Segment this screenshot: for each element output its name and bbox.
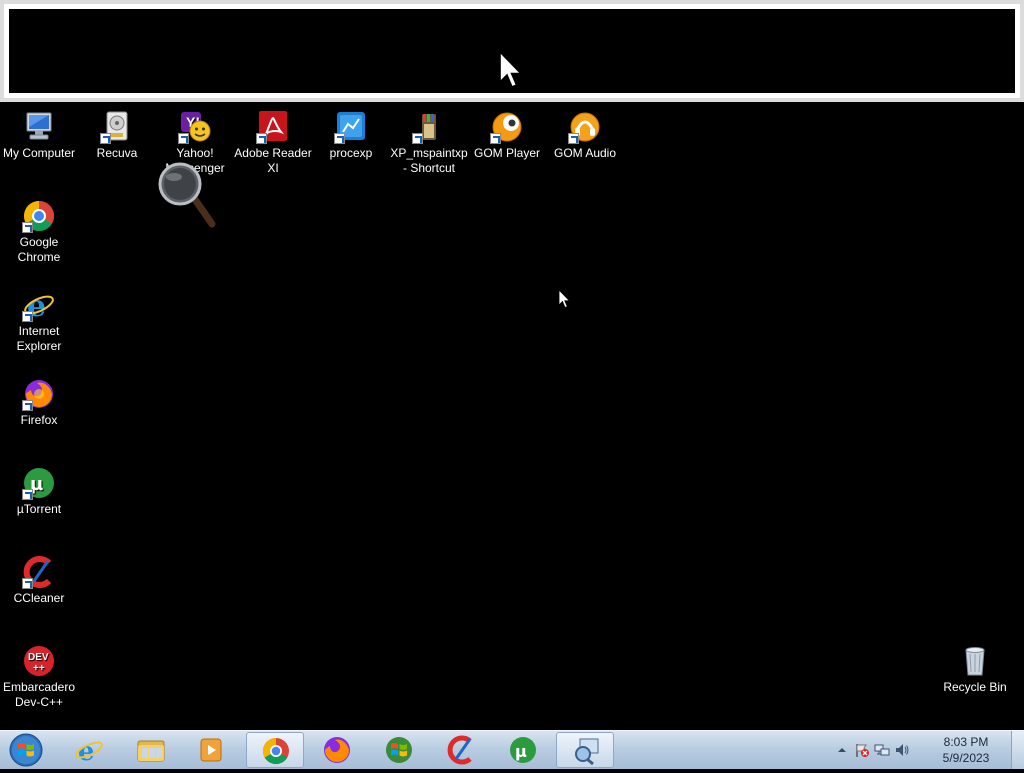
desktop-icon-label: My Computer bbox=[2, 146, 76, 160]
desktop-icon-adobe-reader[interactable]: Adobe Reader XI bbox=[234, 110, 312, 176]
desktop-icon-label: procexp bbox=[329, 146, 373, 160]
desktop-icon-label: Internet Explorer bbox=[16, 324, 62, 353]
desktop-icon-firefox[interactable]: Firefox bbox=[0, 377, 78, 428]
desktop-icon-label: GOM Player bbox=[473, 146, 540, 160]
magnified-cursor-icon bbox=[499, 50, 523, 89]
clock-time: 8:03 PM bbox=[943, 735, 989, 749]
desktop-icon-label: Recuva bbox=[96, 146, 138, 160]
computer-icon bbox=[26, 112, 52, 140]
desktop-icon-label: Google Chrome bbox=[17, 235, 61, 264]
firefox-icon bbox=[324, 737, 350, 763]
taskbar-item-magnifier[interactable] bbox=[556, 732, 614, 768]
ccleaner-icon bbox=[447, 735, 472, 765]
windows-xp-icon bbox=[386, 737, 412, 763]
utorrent-icon: µ bbox=[510, 737, 536, 763]
desktop-icon-google-chrome[interactable]: Google Chrome bbox=[0, 199, 78, 265]
mouse-cursor-icon bbox=[558, 289, 571, 309]
svg-text:e: e bbox=[78, 737, 95, 765]
desktop-icon-label: CCleaner bbox=[13, 591, 65, 605]
taskbar-item-windows-xp[interactable] bbox=[370, 732, 428, 768]
taskbar: e µ 8:03 PM 5/9/2023 bbox=[0, 730, 1024, 769]
desktop-icon-mspaint[interactable]: XP_mspaintxp - Shortcut bbox=[390, 110, 468, 176]
svg-text:DEV: DEV bbox=[28, 652, 49, 663]
desktop-icon-label: Embarcadero Dev-C++ bbox=[2, 680, 76, 709]
desktop-icon-recycle-bin[interactable]: Recycle Bin bbox=[936, 644, 1014, 695]
desktop-icon-label: XP_mspaintxp - Shortcut bbox=[390, 146, 468, 175]
taskbar-item-ccleaner[interactable] bbox=[432, 732, 490, 768]
desktop-icon-gom-audio[interactable]: GOM Audio bbox=[546, 110, 624, 161]
desktop-icon-my-computer[interactable]: My Computer bbox=[0, 110, 78, 161]
volume-icon[interactable] bbox=[894, 742, 910, 758]
network-icon[interactable] bbox=[874, 742, 890, 758]
magnifier-tool-icon[interactable] bbox=[156, 160, 218, 230]
desktop-icon-label: Firefox bbox=[20, 413, 58, 427]
desktop-icon-ccleaner[interactable]: CCleaner bbox=[0, 555, 78, 606]
desktop[interactable]: My Computer Recuva Y! Yahoo! Messenger A… bbox=[0, 0, 1024, 730]
windows-start-icon bbox=[9, 733, 43, 767]
show-desktop-button[interactable] bbox=[1011, 731, 1024, 769]
media-player-icon bbox=[200, 738, 222, 762]
start-button[interactable] bbox=[4, 732, 48, 768]
show-hidden-icons-icon[interactable] bbox=[834, 742, 850, 758]
desktop-icon-gom-player[interactable]: GOM Player bbox=[468, 110, 546, 161]
desktop-icon-label: Recycle Bin bbox=[943, 680, 1007, 694]
desktop-icon-label: GOM Audio bbox=[553, 146, 617, 160]
magnifier-icon bbox=[575, 738, 599, 766]
taskbar-item-firefox[interactable] bbox=[308, 732, 366, 768]
chrome-icon bbox=[262, 737, 289, 765]
devcpp-icon: DEV ++ bbox=[24, 646, 54, 676]
internet-explorer-icon: e bbox=[75, 737, 103, 765]
desktop-icon-procexp[interactable]: procexp bbox=[312, 110, 390, 161]
svg-text:µ: µ bbox=[515, 742, 527, 761]
desktop-icon-label: Adobe Reader XI bbox=[234, 146, 312, 175]
svg-text:++: ++ bbox=[33, 663, 45, 674]
taskbar-item-media-player[interactable] bbox=[182, 732, 240, 768]
clock-date: 5/9/2023 bbox=[942, 751, 990, 765]
system-clock[interactable]: 8:03 PM 5/9/2023 bbox=[934, 734, 998, 766]
notification-area: 8:03 PM 5/9/2023 bbox=[828, 731, 1008, 769]
recycle-bin-icon bbox=[965, 647, 985, 676]
action-center-flag-icon[interactable] bbox=[854, 742, 870, 758]
taskbar-item-chrome[interactable] bbox=[246, 732, 304, 768]
desktop-icon-devcpp[interactable]: DEV ++ Embarcadero Dev-C++ bbox=[0, 644, 78, 710]
desktop-icon-label: µTorrent bbox=[16, 502, 62, 516]
file-explorer-icon bbox=[137, 740, 165, 762]
taskbar-item-internet-explorer[interactable]: e bbox=[60, 732, 118, 768]
desktop-icon-utorrent[interactable]: µ µTorrent bbox=[0, 466, 78, 517]
desktop-icon-recuva[interactable]: Recuva bbox=[78, 110, 156, 161]
desktop-icon-internet-explorer[interactable]: e Internet Explorer bbox=[0, 288, 78, 354]
taskbar-item-file-explorer[interactable] bbox=[122, 732, 180, 768]
taskbar-item-utorrent[interactable]: µ bbox=[494, 732, 552, 768]
